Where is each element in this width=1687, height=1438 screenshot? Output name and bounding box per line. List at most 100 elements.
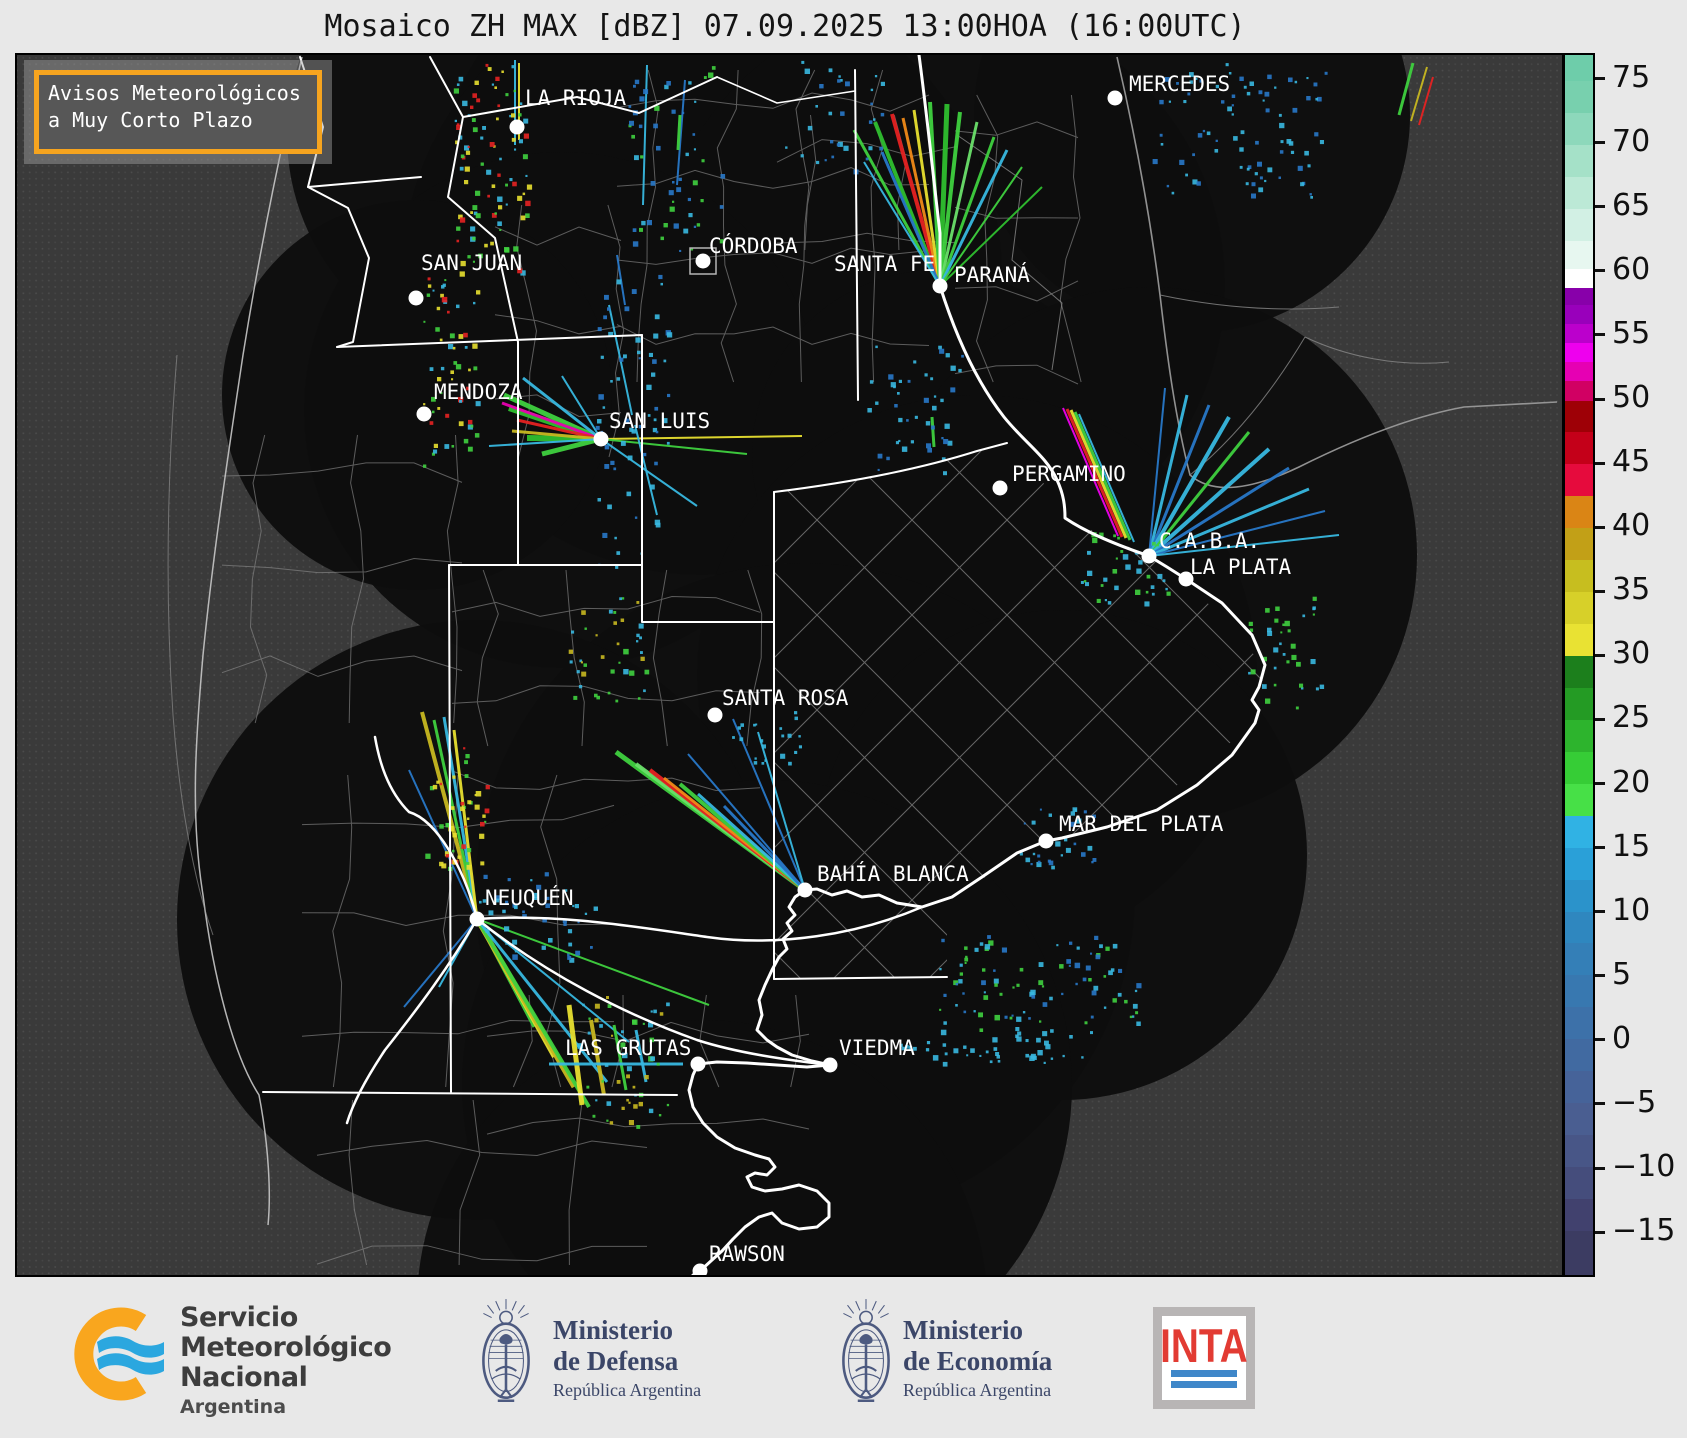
city-label: LAS GRUTAS	[565, 1036, 691, 1060]
colorbar-segment	[1565, 1006, 1593, 1040]
colorbar-tick	[1595, 1166, 1605, 1170]
city-label: NEUQUÉN	[485, 885, 574, 910]
city-marker	[469, 911, 485, 927]
colorbar-segment	[1565, 495, 1593, 529]
city-marker	[408, 290, 424, 306]
colorbar-tick-label: 45	[1612, 444, 1651, 480]
city-label: VIEDMA	[839, 1036, 915, 1060]
colorbar-segment	[1565, 751, 1593, 784]
colorbar-segment	[1565, 527, 1593, 561]
economia-line: de Economía	[903, 1346, 1053, 1376]
colorbar-segment	[1565, 268, 1593, 289]
colorbar-segment	[1565, 591, 1593, 625]
colorbar-tick	[1595, 910, 1605, 914]
defensa-wordmark: Ministerio de Defensa República Argentin…	[553, 1315, 701, 1401]
colorbar-tick	[1595, 333, 1605, 337]
colorbar-segment	[1565, 176, 1593, 209]
colorbar-tick-label: 15	[1612, 828, 1651, 864]
colorbar-tick-label: 30	[1612, 636, 1651, 672]
city-marker	[822, 1057, 838, 1073]
city-marker	[1107, 90, 1123, 106]
city-label: SAN LUIS	[609, 409, 710, 433]
economia-line: República Argentina	[903, 1380, 1052, 1400]
colorbar-segment	[1565, 323, 1593, 344]
city-marker	[1141, 548, 1157, 564]
colorbar-tick	[1595, 77, 1605, 81]
colorbar-segment	[1565, 623, 1593, 657]
city-label: MERCEDES	[1129, 72, 1230, 96]
colorbar-segment	[1565, 1198, 1593, 1231]
radar-echo-beam	[676, 114, 682, 151]
colorbar-tick	[1595, 974, 1605, 978]
colorbar-segment	[1565, 431, 1593, 465]
colorbar-tick	[1595, 717, 1605, 721]
city-marker	[509, 119, 525, 135]
colorbar-segment	[1565, 55, 1593, 82]
smn-wordmark: Servicio Meteorológico Nacional Argentin…	[180, 1303, 392, 1419]
colorbar-tick-label: 70	[1612, 123, 1651, 159]
colorbar-segment	[1565, 815, 1593, 848]
city-label: SANTA ROSA	[722, 686, 849, 710]
colorbar-tick	[1595, 653, 1605, 657]
city-label: SAN JUAN	[421, 251, 522, 275]
colorbar-tick	[1595, 525, 1605, 529]
colorbar-segment	[1565, 1166, 1593, 1199]
colorbar-tick	[1595, 846, 1605, 850]
city-label: MAR DEL PLATA	[1059, 812, 1224, 836]
colorbar-segment	[1565, 942, 1593, 976]
radar-map: LA RIOJA MERCEDES CÓRDOBA SAN JUAN SANTA FE P…	[17, 55, 1562, 1275]
colorbar-tick	[1595, 1102, 1605, 1106]
inta-bar-icon	[1171, 1381, 1237, 1388]
colorbar-segment	[1565, 463, 1593, 497]
colorbar-tick	[1595, 141, 1605, 145]
radar-coverage-circle	[222, 200, 612, 590]
smn-line: Nacional	[180, 1362, 308, 1393]
city-label: SANTA FE	[834, 252, 935, 276]
economia-line: Ministerio	[903, 1315, 1023, 1345]
inta-wordmark: INTA	[1160, 1320, 1248, 1374]
colorbar-tick-label: 50	[1612, 380, 1651, 416]
colorbar-segment	[1565, 783, 1593, 816]
colorbar-segment	[1565, 687, 1593, 720]
city-label: MENDOZA	[434, 380, 523, 404]
city-marker	[593, 431, 609, 447]
page-title: Mosaico ZH MAX [dBZ] 07.09.2025 13:00HOA…	[324, 9, 1246, 44]
city-marker	[707, 707, 723, 723]
colorbar-tick	[1595, 589, 1605, 593]
colorbar-tick-label: 35	[1612, 572, 1651, 608]
inta-logo: INTA	[1153, 1307, 1255, 1409]
colorbar-segment	[1565, 559, 1593, 593]
warning-box: Avisos Meteorológicos a Muy Corto Plazo	[24, 60, 332, 164]
defensa-crest-icon	[482, 1297, 530, 1403]
city-marker	[932, 278, 948, 294]
city-marker	[992, 480, 1008, 496]
colorbar-segment	[1565, 342, 1593, 363]
colorbar-segment	[1565, 240, 1593, 269]
colorbar-tick-label: 40	[1612, 508, 1651, 544]
colorbar-segment	[1565, 1134, 1593, 1168]
colorbar-tick-label: 65	[1612, 187, 1651, 223]
colorbar-tick-label: 55	[1612, 315, 1651, 351]
city-label: C.A.B.A.	[1159, 529, 1260, 553]
defensa-line: República Argentina	[553, 1380, 702, 1400]
warning-line-1: Avisos Meteorológicos	[48, 81, 301, 105]
colorbar-tick	[1595, 269, 1605, 273]
colorbar	[1563, 53, 1595, 1277]
colorbar-tick-label: 0	[1612, 1020, 1632, 1056]
colorbar-tick-label: 60	[1612, 251, 1651, 287]
city-label: PARANÁ	[954, 262, 1030, 287]
colorbar-tick	[1595, 1230, 1605, 1234]
colorbar-tick-label: −5	[1612, 1084, 1657, 1120]
colorbar-tick	[1595, 461, 1605, 465]
city-marker	[797, 882, 813, 898]
colorbar-segment	[1565, 1102, 1593, 1136]
colorbar-segment	[1565, 878, 1593, 912]
radar-echo-beam	[930, 416, 936, 448]
smn-line: Argentina	[180, 1396, 287, 1418]
defensa-line: Ministerio	[553, 1315, 673, 1345]
city-marker	[416, 406, 432, 422]
colorbar-tick	[1595, 782, 1605, 786]
colorbar-segment	[1565, 1230, 1593, 1275]
colorbar-tick-label: 20	[1612, 764, 1651, 800]
colorbar-segment	[1565, 380, 1593, 401]
